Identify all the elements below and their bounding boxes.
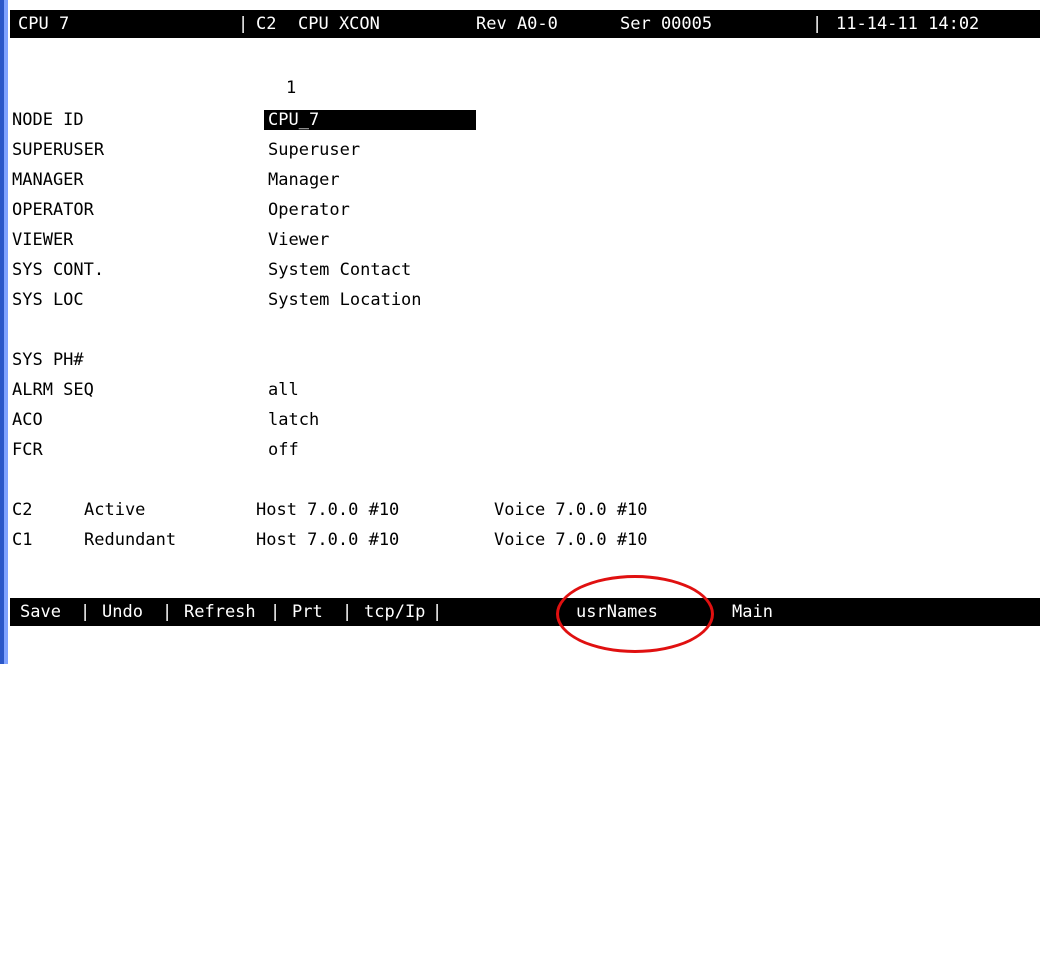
field-label: FCR (12, 440, 43, 460)
header-bar: CPU 7 | C2 CPU XCON Rev A0-0 Ser 00005 |… (10, 10, 1040, 38)
print-button[interactable]: Prt (292, 602, 323, 622)
card-slot: C2 (12, 500, 33, 520)
field-label: ACO (12, 410, 43, 430)
tcpip-button[interactable]: tcp/Ip (364, 602, 425, 622)
main-button[interactable]: Main (732, 602, 773, 622)
undo-button[interactable]: Undo (102, 602, 143, 622)
usrnames-button[interactable]: usrNames (576, 602, 658, 622)
header-node: CPU 7 (18, 14, 70, 34)
node-id-field[interactable]: CPU_7 (264, 110, 476, 130)
superuser-field[interactable]: Superuser (268, 140, 360, 160)
menu-separator: | (270, 602, 281, 622)
field-label: SYS PH# (12, 350, 84, 370)
header-separator: | (812, 14, 823, 34)
header-card: C2 (256, 14, 277, 34)
field-label: SUPERUSER (12, 140, 105, 160)
menu-bar: Save | Undo | Refresh | Prt | tcp/Ip | u… (10, 598, 1040, 626)
sys-location-field[interactable]: System Location (268, 290, 422, 310)
card-host-version: Host 7.0.0 #10 (256, 500, 400, 520)
refresh-button[interactable]: Refresh (184, 602, 256, 622)
header-serial: Ser 00005 (620, 14, 713, 34)
card-slot: C1 (12, 530, 33, 550)
field-label: OPERATOR (12, 200, 94, 220)
header-separator: | (238, 14, 249, 34)
field-label: NODE ID (12, 110, 84, 130)
field-label: SYS CONT. (12, 260, 105, 280)
field-label: VIEWER (12, 230, 74, 250)
card-voice-version: Voice 7.0.0 #10 (494, 530, 648, 550)
menu-separator: | (342, 602, 353, 622)
menu-separator: | (162, 602, 173, 622)
manager-field[interactable]: Manager (268, 170, 340, 190)
card-host-version: Host 7.0.0 #10 (256, 530, 400, 550)
header-datetime: 11-14-11 14:02 (836, 14, 980, 34)
column-header: 1 (286, 78, 297, 98)
field-label: ALRM SEQ (12, 380, 94, 400)
header-card-name: CPU XCON (298, 14, 380, 34)
save-button[interactable]: Save (20, 602, 61, 622)
card-state: Active (84, 500, 146, 520)
card-state: Redundant (84, 530, 177, 550)
menu-separator: | (80, 602, 91, 622)
fcr-field[interactable]: off (268, 440, 299, 460)
field-label: SYS LOC (12, 290, 84, 310)
sys-contact-field[interactable]: System Contact (268, 260, 411, 280)
viewer-field[interactable]: Viewer (268, 230, 329, 250)
window-left-border (0, 0, 8, 664)
field-label: MANAGER (12, 170, 84, 190)
aco-field[interactable]: latch (268, 410, 319, 430)
header-rev: Rev A0-0 (476, 14, 558, 34)
alarm-seq-field[interactable]: all (268, 380, 299, 400)
card-voice-version: Voice 7.0.0 #10 (494, 500, 648, 520)
menu-separator: | (432, 602, 443, 622)
operator-field[interactable]: Operator (268, 200, 350, 220)
